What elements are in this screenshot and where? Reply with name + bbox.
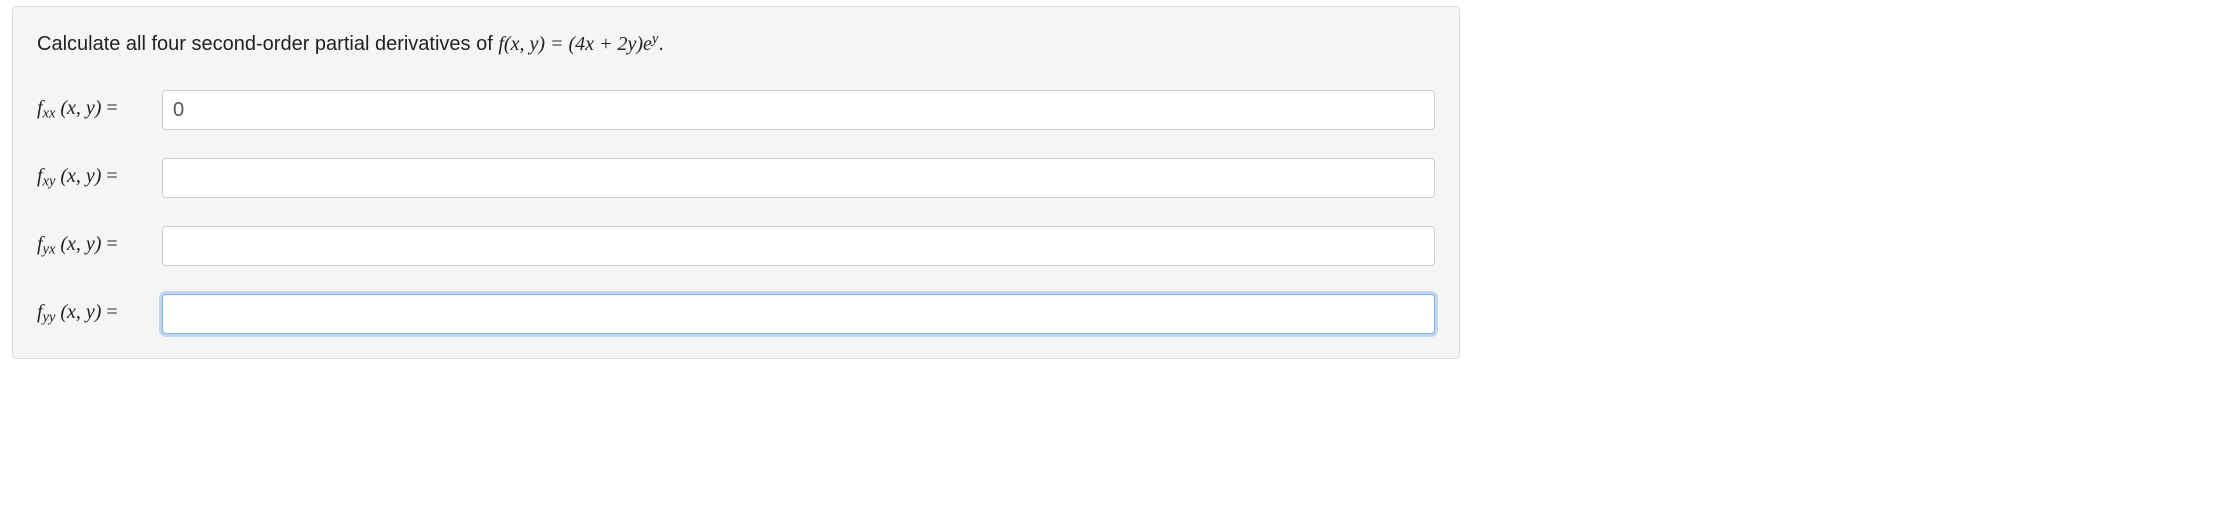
label-fyy: fyy (x, y) =	[37, 301, 152, 327]
row-fyy: fyy (x, y) =	[37, 294, 1435, 334]
label-fxy: fxy (x, y) =	[37, 165, 152, 191]
row-fxx: fxx (x, y) =	[37, 90, 1435, 130]
row-fxy: fxy (x, y) =	[37, 158, 1435, 198]
label-fxx: fxx (x, y) =	[37, 97, 152, 123]
problem-container: Calculate all four second-order partial …	[12, 6, 1460, 359]
row-fyx: fyx (x, y) =	[37, 226, 1435, 266]
input-fxx[interactable]	[162, 90, 1435, 130]
input-fyx[interactable]	[162, 226, 1435, 266]
input-fxy[interactable]	[162, 158, 1435, 198]
label-fyx: fyx (x, y) =	[37, 233, 152, 259]
function-expr: (x, y) = (4x + 2y)e	[504, 33, 652, 55]
prompt-text: Calculate all four second-order partial …	[37, 33, 498, 55]
period: .	[658, 33, 664, 55]
prompt: Calculate all four second-order partial …	[37, 29, 1435, 58]
input-fyy[interactable]	[162, 294, 1435, 334]
